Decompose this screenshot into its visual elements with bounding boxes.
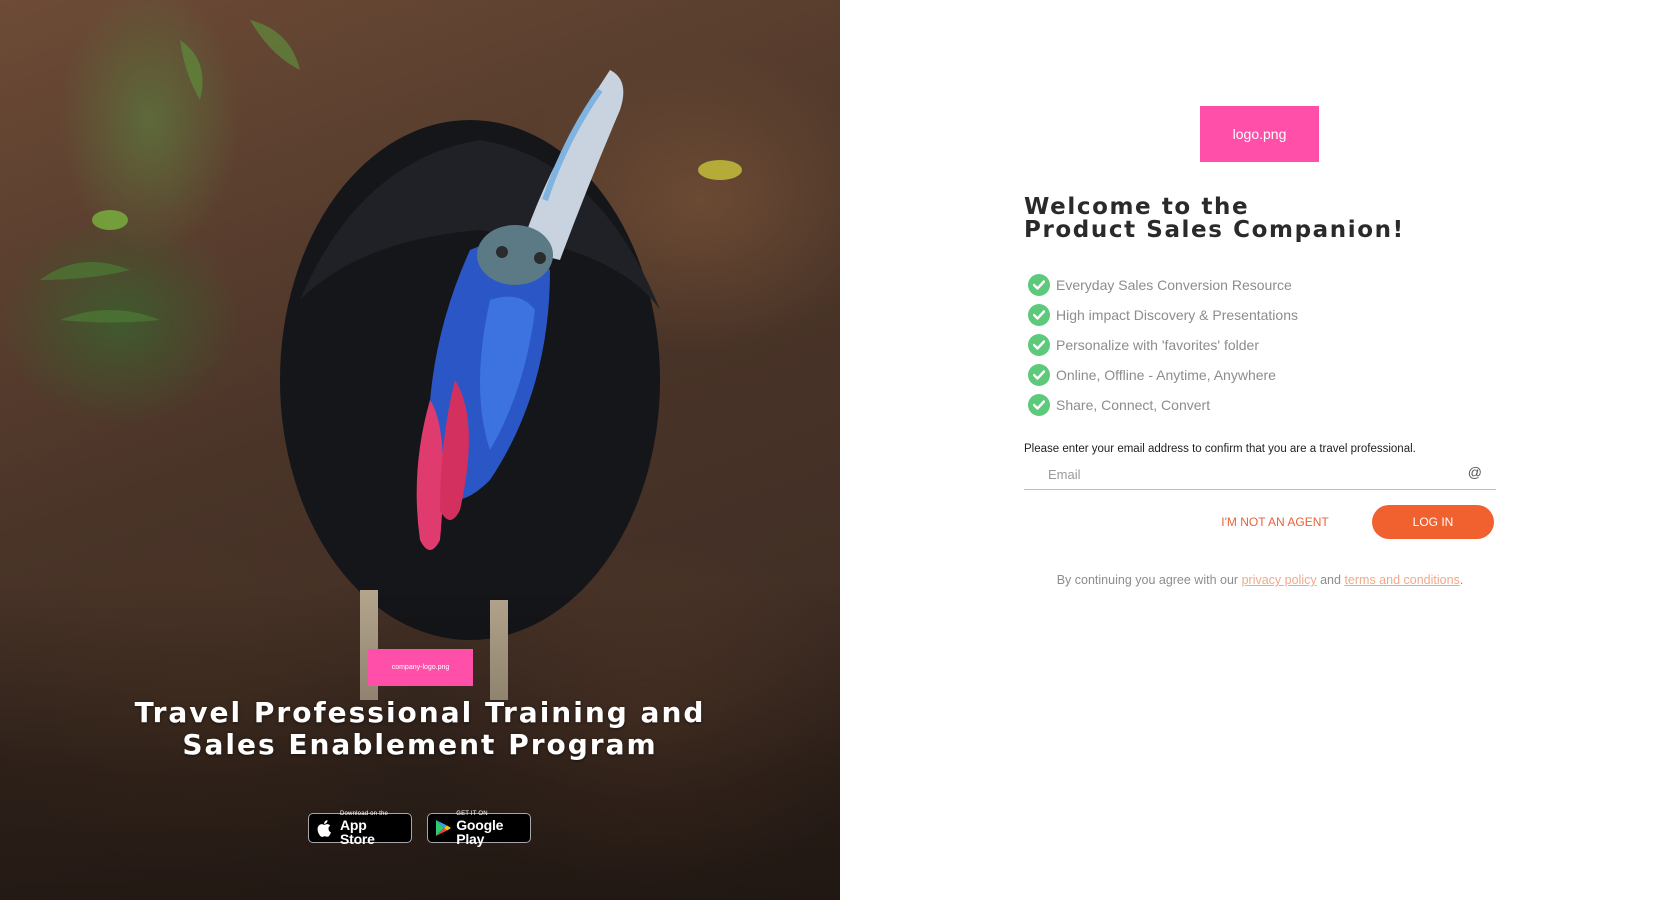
terms-prefix: By continuing you agree with our <box>1056 573 1239 587</box>
feature-list: Everyday Sales Conversion Resource High … <box>1028 270 1298 420</box>
google-play-badge[interactable]: GET IT ON Google Play <box>427 810 531 847</box>
at-icon: @ <box>1467 464 1482 480</box>
terms-link[interactable]: terms and conditions <box>1344 573 1459 587</box>
check-icon <box>1028 304 1050 326</box>
hero-panel: company-logo.png Travel Professional Tra… <box>0 0 840 900</box>
feature-text: High impact Discovery & Presentations <box>1056 307 1298 323</box>
feature-text: Online, Offline - Anytime, Anywhere <box>1056 367 1276 383</box>
app-store-big-text: App Store <box>339 816 375 847</box>
check-icon <box>1028 364 1050 386</box>
login-button[interactable]: LOG IN <box>1372 505 1494 539</box>
feature-item: Online, Offline - Anytime, Anywhere <box>1028 360 1298 390</box>
feature-item: High impact Discovery & Presentations <box>1028 300 1298 330</box>
check-icon <box>1028 394 1050 416</box>
email-input[interactable] <box>1048 463 1448 485</box>
email-field: @ <box>1024 461 1496 490</box>
google-play-small-text: GET IT ON <box>456 810 488 817</box>
feature-item: Everyday Sales Conversion Resource <box>1028 270 1298 300</box>
feature-text: Personalize with 'favorites' folder <box>1056 337 1259 353</box>
terms-and: and <box>1320 573 1341 587</box>
welcome-line-2: Product Sales Companion! <box>1024 217 1405 243</box>
check-icon <box>1028 274 1050 296</box>
welcome-heading: Welcome to the Product Sales Companion! <box>1024 196 1405 242</box>
feature-text: Everyday Sales Conversion Resource <box>1056 277 1292 293</box>
privacy-policy-link[interactable]: privacy policy <box>1242 573 1317 587</box>
app-store-badge[interactable]: Download on the App Store <box>308 810 412 847</box>
check-icon <box>1028 334 1050 356</box>
app-store-small-text: Download on the <box>339 810 389 817</box>
email-prompt: Please enter your email address to confi… <box>1024 443 1416 455</box>
not-an-agent-button[interactable]: I'M NOT AN AGENT <box>1210 505 1340 539</box>
feature-text: Share, Connect, Convert <box>1056 397 1211 413</box>
hero-title: Travel Professional Training and Sales E… <box>134 696 706 761</box>
terms-notice: By continuing you agree with our privacy… <box>1024 573 1496 587</box>
company-logo-placeholder: company-logo.png <box>368 649 473 686</box>
feature-item: Personalize with 'favorites' folder <box>1028 330 1298 360</box>
app-logo-placeholder: logo.png <box>1200 106 1319 162</box>
terms-suffix: . <box>1459 573 1464 587</box>
google-play-icon <box>434 818 451 838</box>
google-play-big-text: Google Play <box>456 816 504 847</box>
apple-icon <box>315 818 335 838</box>
feature-item: Share, Connect, Convert <box>1028 390 1298 420</box>
welcome-line-1: Welcome to the <box>1024 194 1250 220</box>
